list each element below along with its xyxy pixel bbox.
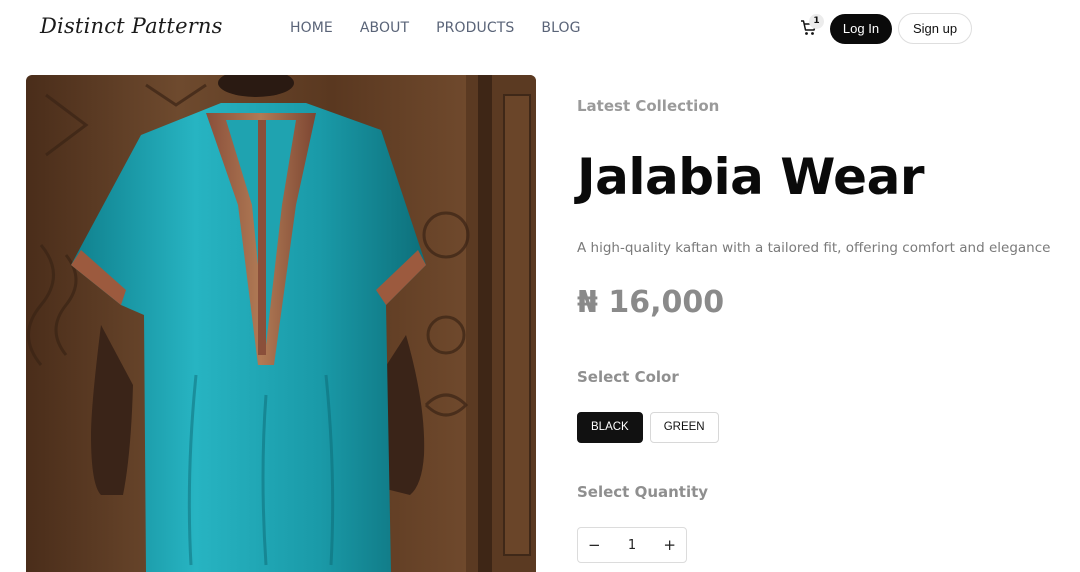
brand-logo[interactable]: Distinct Patterns <box>40 14 223 38</box>
site-header: Distinct Patterns HOME ABOUT PRODUCTS BL… <box>0 0 1080 58</box>
signup-button[interactable]: Sign up <box>898 13 972 44</box>
plus-icon[interactable]: + <box>663 536 676 554</box>
nav-home[interactable]: HOME <box>290 20 333 36</box>
main-nav: HOME ABOUT PRODUCTS BLOG <box>290 20 581 36</box>
collection-label: Latest Collection <box>577 97 720 115</box>
minus-icon[interactable]: − <box>588 536 601 554</box>
cart-count-badge: 1 <box>809 14 824 29</box>
login-button[interactable]: Log In <box>830 14 892 44</box>
nav-blog[interactable]: BLOG <box>541 20 580 36</box>
quantity-value: 1 <box>627 537 637 553</box>
nav-about[interactable]: ABOUT <box>360 20 409 36</box>
product-price: ₦ 16,000 <box>577 285 725 320</box>
product-description: A high-quality kaftan with a tailored fi… <box>577 240 1051 256</box>
color-option-green[interactable]: GREEN <box>649 412 719 443</box>
color-option-black[interactable]: BLACK <box>577 412 643 443</box>
quantity-stepper: − 1 + <box>577 527 687 563</box>
color-options: BLACK GREEN <box>577 412 719 443</box>
select-color-label: Select Color <box>577 368 679 386</box>
nav-products[interactable]: PRODUCTS <box>436 20 514 36</box>
product-image <box>26 75 536 572</box>
select-quantity-label: Select Quantity <box>577 483 709 501</box>
kaftan-photo <box>26 75 536 572</box>
product-title: Jalabia Wear <box>577 148 924 206</box>
